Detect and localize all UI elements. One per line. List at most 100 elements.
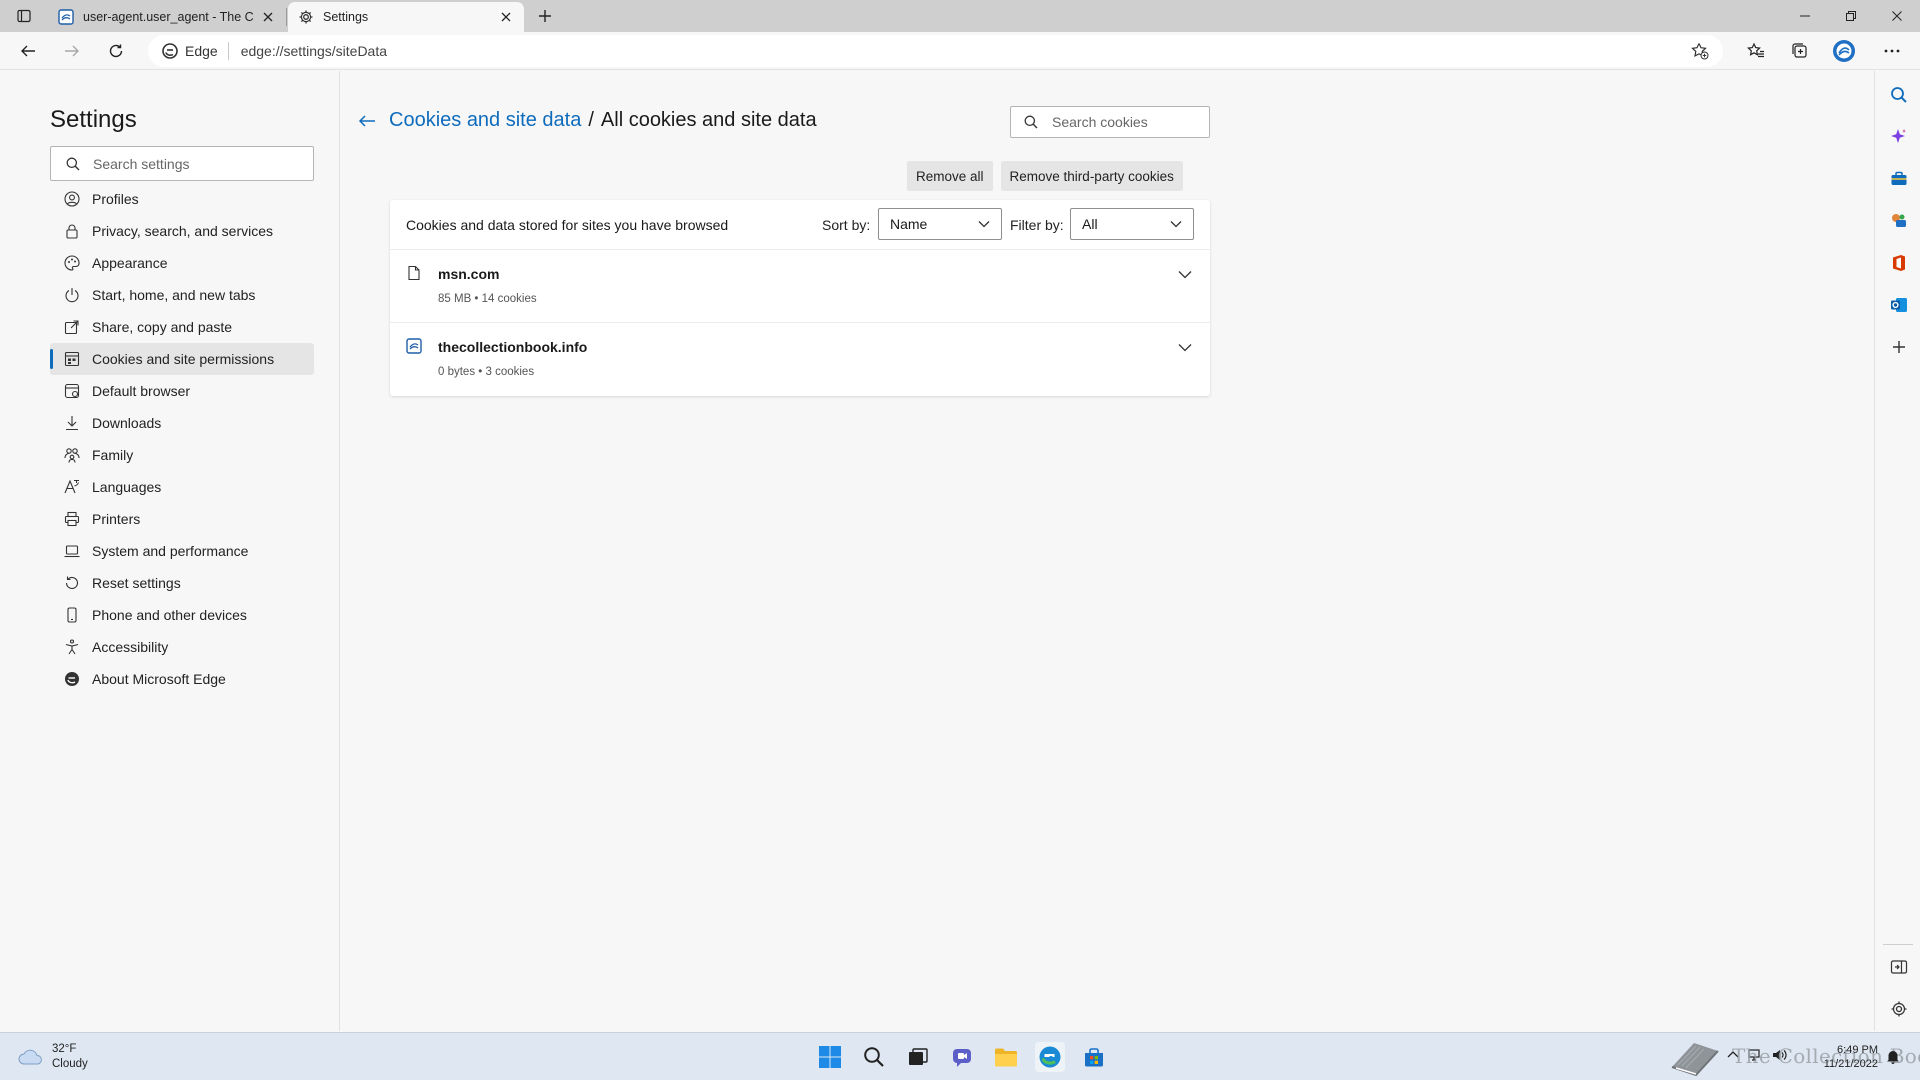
tab-user-agent[interactable]: user-agent.user_agent - The Coll: [48, 2, 286, 32]
site-row-thecollectionbook[interactable]: thecollectionbook.info 0 bytes • 3 cooki…: [390, 323, 1210, 396]
sidebar-item-downloads[interactable]: Downloads: [50, 407, 314, 439]
main-content: Cookies and site data / All cookies and …: [341, 71, 1874, 1031]
tools-icon[interactable]: [1890, 212, 1908, 230]
notification-icon[interactable]: [1885, 1048, 1901, 1064]
sidebar-item-share[interactable]: Share, copy and paste: [50, 311, 314, 343]
store-icon: [1085, 1048, 1103, 1067]
favorites-button[interactable]: [1742, 37, 1770, 65]
sidebar-item-appearance[interactable]: Appearance: [50, 247, 314, 279]
sidebar-item-phone[interactable]: Phone and other devices: [50, 599, 314, 631]
sidebar-item-profiles[interactable]: Profiles: [50, 183, 314, 215]
sidebar-item-label: Profiles: [92, 191, 139, 207]
sidebar-item-accessibility[interactable]: Accessibility: [50, 631, 314, 663]
edge-taskbar-button[interactable]: [1035, 1042, 1065, 1072]
site-favicon-icon: [58, 9, 74, 25]
sidebar-item-label: Share, copy and paste: [92, 319, 233, 335]
minimize-button[interactable]: [1782, 0, 1828, 32]
browser-toolbar: Edge edge://settings/siteData: [0, 32, 1920, 70]
clock-time: 6:49 PM: [1837, 1044, 1878, 1056]
gear-icon: [298, 9, 314, 25]
hide-sidebar-icon[interactable]: [1890, 958, 1908, 976]
chat-button[interactable]: [947, 1042, 977, 1072]
filter-label: Filter by:: [1010, 217, 1064, 233]
sidebar-item-cookies[interactable]: Cookies and site permissions: [50, 343, 314, 375]
remove-third-party-button[interactable]: Remove third-party cookies: [1000, 161, 1183, 191]
browser-icon: [64, 383, 80, 399]
sidebar-item-printers[interactable]: Printers: [50, 503, 314, 535]
edge-sidebar: [1874, 71, 1920, 1031]
add-favorite-icon[interactable]: [1691, 42, 1709, 60]
cookie-actions: Remove all Remove third-party cookies: [907, 161, 1183, 191]
page-title: All cookies and site data: [600, 109, 817, 131]
edge-icon: [1039, 1046, 1061, 1068]
chevron-down-icon: [1178, 344, 1192, 352]
sidebar-item-family[interactable]: Family: [50, 439, 314, 471]
search-cookies-box[interactable]: [1010, 106, 1232, 138]
back-arrow-icon[interactable]: [357, 111, 377, 131]
sidebar-item-languages[interactable]: Languages: [50, 471, 314, 503]
tab-settings[interactable]: Settings: [288, 2, 524, 32]
weather-widget[interactable]: 32°F Cloudy: [18, 1042, 88, 1072]
office-icon[interactable]: [1890, 254, 1908, 272]
settings-sidebar: Settings Profiles Privacy, search, and s…: [0, 71, 340, 1031]
sidebar-item-start-home[interactable]: Start, home, and new tabs: [50, 279, 314, 311]
remove-all-button[interactable]: Remove all: [907, 161, 993, 191]
store-button[interactable]: [1079, 1042, 1109, 1072]
cookies-card-header: Cookies and data stored for sites you ha…: [390, 200, 1210, 250]
sidebar-item-privacy[interactable]: Privacy, search, and services: [50, 215, 314, 247]
forward-button[interactable]: [58, 37, 86, 65]
restore-icon: [1846, 11, 1856, 21]
sidebar-item-label: System and performance: [92, 543, 249, 559]
sort-dropdown[interactable]: Name: [878, 208, 1002, 240]
tab-actions-icon[interactable]: [12, 7, 36, 25]
clock[interactable]: 6:49 PM 11/21/2022: [1812, 1043, 1878, 1071]
plus-icon[interactable]: [1890, 338, 1908, 356]
outlook-icon[interactable]: [1890, 296, 1908, 314]
lock-icon: [64, 223, 80, 239]
sidebar-item-label: Cookies and site permissions: [92, 351, 275, 367]
sparkle-icon[interactable]: [1890, 128, 1908, 146]
profile-button[interactable]: [1830, 37, 1858, 65]
restore-button[interactable]: [1828, 0, 1874, 32]
sidebar-item-system[interactable]: System and performance: [50, 535, 314, 567]
edge-chip[interactable]: Edge: [148, 42, 229, 60]
accessibility-icon: [64, 639, 80, 655]
back-button[interactable]: [14, 37, 42, 65]
search-icon: [864, 1047, 884, 1067]
tab-separator: [286, 8, 287, 26]
sidebar-item-reset[interactable]: Reset settings: [50, 567, 314, 599]
sidebar-item-label: Printers: [92, 511, 141, 527]
minimize-icon: [1800, 15, 1810, 17]
search-settings-input[interactable]: [93, 155, 273, 172]
new-tab-button[interactable]: [534, 5, 556, 27]
search-icon[interactable]: [1890, 86, 1908, 104]
url-text[interactable]: edge://settings/siteData: [241, 43, 387, 59]
cookie-icon: [64, 351, 80, 367]
site-row-msn[interactable]: msn.com 85 MB • 14 cookies: [390, 250, 1210, 323]
close-icon[interactable]: [498, 9, 514, 25]
refresh-button[interactable]: [102, 37, 130, 65]
address-bar[interactable]: Edge edge://settings/siteData: [148, 35, 1723, 67]
sidebar-item-about[interactable]: About Microsoft Edge: [50, 663, 314, 695]
search-settings-box[interactable]: [50, 146, 314, 181]
collections-button[interactable]: [1786, 37, 1814, 65]
close-window-button[interactable]: [1874, 0, 1920, 32]
language-icon: [64, 479, 80, 495]
search-cookies-input[interactable]: [1052, 114, 1232, 130]
gear-icon[interactable]: [1890, 1000, 1908, 1018]
task-view-button[interactable]: [903, 1042, 933, 1072]
sort-label: Sort by:: [822, 217, 871, 233]
search-icon: [66, 157, 80, 171]
avatar-icon: [1833, 40, 1855, 62]
taskbar-search-button[interactable]: [859, 1042, 889, 1072]
sidebar-item-label: Languages: [92, 479, 162, 495]
sidebar-item-default-browser[interactable]: Default browser: [50, 375, 314, 407]
start-button[interactable]: [815, 1042, 845, 1072]
file-explorer-button[interactable]: [991, 1042, 1021, 1072]
cookies-card-title: Cookies and data stored for sites you ha…: [406, 216, 729, 233]
filter-dropdown[interactable]: All: [1070, 208, 1194, 240]
close-icon[interactable]: [260, 9, 276, 25]
shopping-icon[interactable]: [1890, 170, 1908, 188]
breadcrumb-parent-link[interactable]: Cookies and site data: [389, 109, 581, 132]
settings-more-button[interactable]: [1878, 37, 1906, 65]
